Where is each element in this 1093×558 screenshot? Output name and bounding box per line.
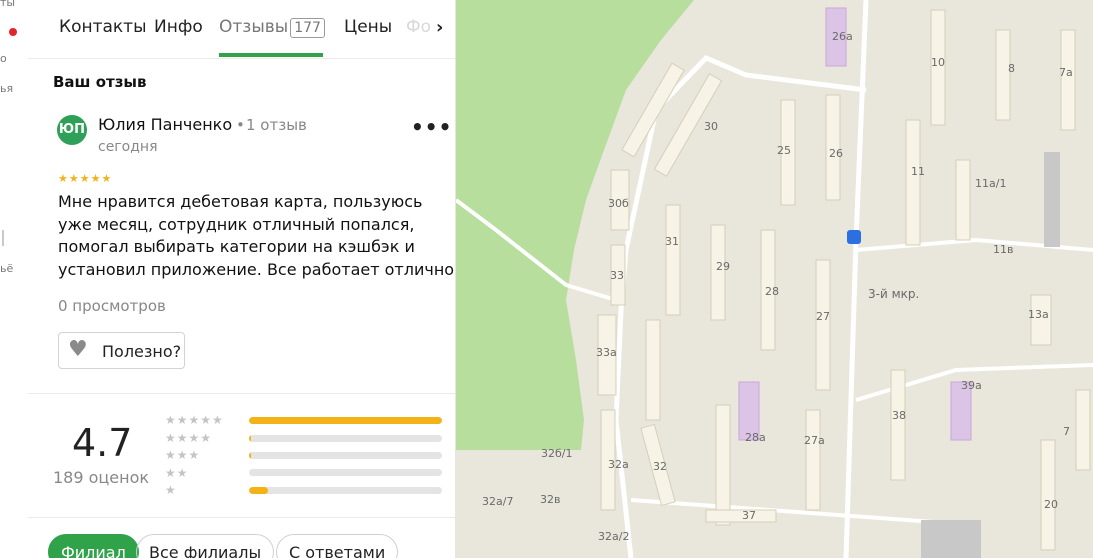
map-label: 32а [608, 458, 629, 471]
map-label: 28а [745, 431, 766, 444]
building-gray [1044, 152, 1060, 247]
map-label: 27а [804, 434, 825, 447]
map-label: 32в [540, 493, 560, 506]
rating-count: 189 оценок [53, 468, 150, 487]
rating-bar-fill [249, 452, 251, 459]
tab-reviews-label: Отзывы [219, 17, 289, 37]
map-label: 11в [993, 243, 1013, 256]
star-row-4: ★★★★ [165, 431, 213, 445]
active-tab-indicator [219, 53, 323, 57]
rating-bar-fill [249, 435, 251, 442]
rating-bar-fill [249, 487, 269, 494]
strip-text: о [0, 52, 7, 65]
map-label: 26 [829, 147, 843, 160]
map-label: 32б/1 [541, 447, 573, 460]
map-label: 11 [911, 165, 925, 178]
strip-divider [2, 230, 4, 246]
strip-text: ты [0, 0, 16, 9]
map-label: 11а/1 [975, 177, 1006, 190]
map-label: 8 [1008, 62, 1015, 75]
tab-info[interactable]: Инфо [154, 17, 203, 37]
review-stars: ★★★★★ [58, 172, 113, 185]
rating-bar-fill [249, 417, 442, 424]
map-label: 7 [1063, 425, 1070, 438]
author-review-count: 1 отзыв [246, 116, 307, 134]
review-author[interactable]: Юлия Панченко [98, 115, 232, 134]
useful-button-label: Полезно? [102, 342, 182, 361]
filter-all-branches-chip[interactable]: Все филиалы [136, 534, 275, 558]
filter-with-replies-chip[interactable]: С ответами [276, 534, 399, 558]
map-label: 32а/7 [482, 495, 513, 508]
more-options-icon[interactable]: ••• [411, 115, 452, 139]
left-side-strip: ты о ья ьё [0, 0, 29, 558]
map-label: 33 [610, 269, 624, 282]
star-row-2: ★★ [165, 466, 189, 480]
filter-branch-chip[interactable]: Филиал [48, 534, 139, 558]
map-label: 7а [1059, 66, 1073, 79]
section-title: Ваш отзыв [53, 73, 147, 91]
map-label: 10 [931, 56, 945, 69]
chevron-right-icon[interactable]: › [436, 17, 443, 38]
avatar[interactable]: ЮП [57, 115, 87, 145]
map-label: 26а [832, 30, 853, 43]
review-text: Мне нравится дебетовая карта, пользуюсь … [58, 192, 455, 279]
divider [28, 393, 455, 394]
map-label: 38 [892, 409, 906, 422]
map-label: 20 [1044, 498, 1058, 511]
rating-bar-1 [249, 487, 442, 494]
map-label: 37 [742, 509, 756, 522]
reviews-panel: Контакты Инфо Отзывы 177 Цены Фо › Ваш от… [28, 0, 455, 558]
map-label: 30б [608, 197, 629, 210]
review-date: сегодня [98, 139, 158, 155]
tab-prices[interactable]: Цены [344, 17, 392, 37]
view-count: 0 просмотров [58, 297, 166, 315]
notification-dot-icon [9, 28, 17, 36]
tab-photos[interactable]: Фо [406, 17, 431, 37]
map-label: 31 [665, 235, 679, 248]
map-label: 30 [704, 120, 718, 133]
separator-dot: • [236, 116, 245, 134]
building-gray [921, 520, 981, 558]
map-label: 32 [653, 460, 667, 473]
star-row-1: ★ [165, 483, 177, 497]
rating-bar-5 [249, 417, 442, 424]
rating-bar-2 [249, 469, 442, 476]
map-label: 28 [765, 285, 779, 298]
map[interactable]: 30 26а 10 8 7а 25 26 11 11а/1 30б 31 11в… [456, 0, 1093, 558]
star-row-3: ★★★ [165, 448, 201, 462]
map-label: 25 [777, 144, 791, 157]
map-label: 29 [716, 260, 730, 273]
map-label: 13а [1028, 308, 1049, 321]
rating-bar-4 [249, 435, 442, 442]
map-label: 32а/2 [598, 530, 629, 543]
strip-text: ьё [0, 262, 14, 275]
useful-button[interactable]: ♥ Полезно? [58, 332, 185, 369]
map-label: 33а [596, 346, 617, 359]
tab-reviews[interactable]: Отзывы 177 [219, 17, 325, 38]
divider [28, 517, 455, 518]
rating-bar-3 [249, 452, 442, 459]
map-label: 39а [961, 379, 982, 392]
star-row-5: ★★★★★ [165, 413, 224, 427]
heart-icon: ♥ [68, 337, 88, 362]
average-rating: 4.7 [72, 421, 133, 465]
strip-text: ья [0, 82, 14, 95]
tab-contacts[interactable]: Контакты [59, 17, 147, 37]
tab-bar: Контакты Инфо Отзывы 177 Цены Фо › [28, 0, 455, 59]
bus-stop-icon[interactable] [847, 230, 861, 244]
map-label: 3-й мкр. [868, 287, 919, 301]
map-label: 27 [816, 310, 830, 323]
reviews-count-badge: 177 [290, 18, 325, 38]
